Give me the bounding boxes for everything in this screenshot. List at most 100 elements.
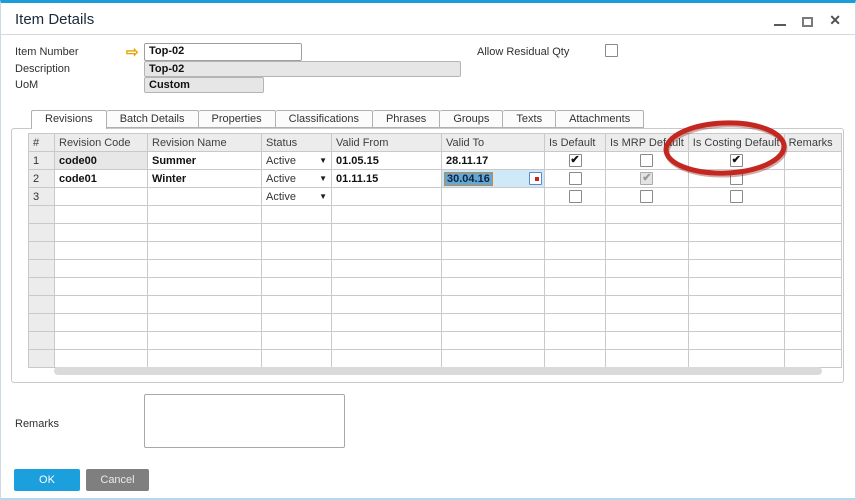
cell-empty[interactable] — [441, 205, 545, 224]
status-dropdown[interactable]: Active ▼ — [266, 173, 327, 185]
cell-is-default[interactable]: ✔ — [544, 151, 606, 170]
cell-valid-from[interactable]: 01.05.15 — [331, 151, 442, 170]
cell-empty[interactable] — [605, 205, 689, 224]
cell-empty[interactable] — [544, 259, 606, 278]
cell-remarks[interactable] — [783, 151, 842, 170]
close-icon[interactable]: ✕ — [829, 11, 841, 29]
cell-empty[interactable] — [605, 259, 689, 278]
cell-empty[interactable] — [687, 313, 785, 332]
cell-empty[interactable] — [147, 241, 262, 260]
grid-checkbox[interactable]: ✔ — [640, 172, 654, 185]
cancel-button[interactable]: Cancel — [86, 469, 149, 491]
cell-remarks[interactable] — [783, 187, 842, 206]
cell-empty[interactable] — [147, 205, 262, 224]
grid-checkbox[interactable] — [729, 172, 743, 185]
cell-empty[interactable] — [605, 295, 689, 314]
column-header-revision-name[interactable]: Revision Name — [147, 133, 262, 152]
cell-empty[interactable] — [261, 259, 332, 278]
cell-empty[interactable] — [441, 295, 545, 314]
remarks-textarea[interactable] — [144, 394, 345, 448]
cell-empty[interactable] — [147, 349, 262, 368]
cell-row-number[interactable] — [28, 349, 55, 368]
cell-empty[interactable] — [544, 331, 606, 350]
grid-checkbox[interactable] — [640, 154, 654, 167]
cell-empty[interactable] — [605, 313, 689, 332]
cell-empty[interactable] — [783, 277, 842, 296]
cell-valid-from[interactable]: 01.11.15 — [331, 169, 442, 188]
cell-row-number[interactable] — [28, 331, 55, 350]
cell-row-number[interactable]: 2 — [28, 169, 55, 188]
cell-row-number[interactable] — [28, 313, 55, 332]
cell-is-costing-default[interactable]: ✔ — [687, 151, 785, 170]
cell-empty[interactable] — [544, 223, 606, 242]
cell-row-number[interactable]: 1 — [28, 151, 55, 170]
tab-texts[interactable]: Texts — [503, 110, 557, 128]
column-header-valid-from[interactable]: Valid From — [331, 133, 442, 152]
cell-status[interactable]: Active ▼ — [261, 151, 332, 170]
cell-revision-name[interactable]: Winter — [147, 169, 262, 188]
status-dropdown[interactable]: Active ▼ — [266, 191, 327, 203]
cell-is-mrp-default[interactable] — [605, 187, 689, 206]
cell-empty[interactable] — [261, 295, 332, 314]
grid-checkbox[interactable] — [568, 190, 582, 203]
cell-empty[interactable] — [331, 205, 442, 224]
tab-batch-details[interactable]: Batch Details — [106, 110, 199, 128]
cell-empty[interactable] — [261, 223, 332, 242]
cell-empty[interactable] — [783, 313, 842, 332]
cell-empty[interactable] — [147, 313, 262, 332]
cell-is-costing-default[interactable] — [687, 169, 785, 188]
grid-checkbox[interactable] — [568, 172, 582, 185]
cell-empty[interactable] — [441, 259, 545, 278]
link-arrow-icon[interactable]: ⇨ — [126, 43, 139, 61]
cell-empty[interactable] — [605, 277, 689, 296]
grid-checkbox[interactable]: ✔ — [568, 154, 582, 167]
cell-empty[interactable] — [687, 205, 785, 224]
column-header-num[interactable]: # — [28, 133, 55, 152]
cell-empty[interactable] — [544, 313, 606, 332]
grid-checkbox[interactable] — [640, 190, 654, 203]
cell-empty[interactable] — [544, 295, 606, 314]
cell-empty[interactable] — [54, 295, 148, 314]
cell-empty[interactable] — [54, 205, 148, 224]
cell-remarks[interactable] — [783, 169, 842, 188]
cell-empty[interactable] — [261, 313, 332, 332]
cell-revision-code[interactable]: code01 — [54, 169, 148, 188]
cell-empty[interactable] — [441, 349, 545, 368]
cell-empty[interactable] — [261, 205, 332, 224]
cell-empty[interactable] — [605, 241, 689, 260]
grid-checkbox[interactable] — [729, 190, 743, 203]
column-header-remarks[interactable]: Remarks — [783, 133, 842, 152]
cell-empty[interactable] — [783, 295, 842, 314]
calendar-icon[interactable] — [529, 172, 542, 185]
cell-empty[interactable] — [687, 349, 785, 368]
column-header-revision-code[interactable]: Revision Code — [54, 133, 148, 152]
tab-properties[interactable]: Properties — [198, 110, 276, 128]
tab-groups[interactable]: Groups — [440, 110, 504, 128]
cell-empty[interactable] — [331, 331, 442, 350]
cell-empty[interactable] — [441, 313, 545, 332]
cell-empty[interactable] — [147, 277, 262, 296]
cell-valid-to[interactable] — [441, 187, 545, 206]
cell-empty[interactable] — [544, 241, 606, 260]
column-header-is-mrp-default[interactable]: Is MRP Default — [605, 133, 689, 152]
cell-empty[interactable] — [687, 331, 785, 350]
cell-empty[interactable] — [544, 205, 606, 224]
column-header-is-default[interactable]: Is Default — [544, 133, 606, 152]
cell-empty[interactable] — [544, 349, 606, 368]
cell-valid-to[interactable]: 28.11.17 — [441, 151, 545, 170]
cell-empty[interactable] — [54, 331, 148, 350]
cell-empty[interactable] — [331, 313, 442, 332]
cell-empty[interactable] — [687, 277, 785, 296]
cell-empty[interactable] — [687, 295, 785, 314]
status-dropdown[interactable]: Active ▼ — [266, 155, 327, 167]
cell-revision-code[interactable] — [54, 187, 148, 206]
cell-empty[interactable] — [331, 277, 442, 296]
cell-empty[interactable] — [54, 259, 148, 278]
cell-empty[interactable] — [783, 259, 842, 278]
cell-status[interactable]: Active ▼ — [261, 187, 332, 206]
cell-row-number[interactable] — [28, 223, 55, 242]
cell-row-number[interactable] — [28, 259, 55, 278]
cell-empty[interactable] — [331, 259, 442, 278]
cell-empty[interactable] — [783, 331, 842, 350]
cell-row-number[interactable] — [28, 277, 55, 296]
